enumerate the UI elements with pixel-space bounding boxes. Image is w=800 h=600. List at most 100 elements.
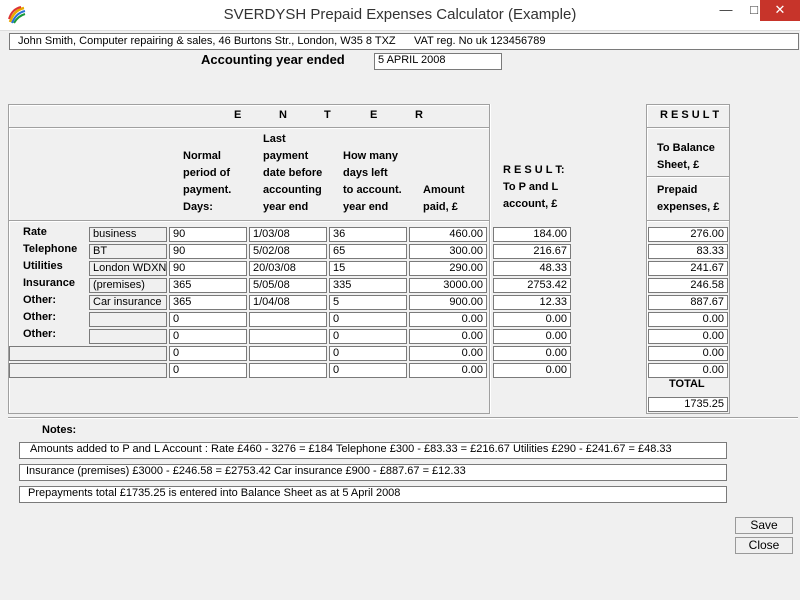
col-amount-header: Amount paid, £ xyxy=(423,184,465,213)
enter-divider xyxy=(9,127,489,129)
row-description-input[interactable]: Car insurance xyxy=(89,295,167,310)
amount-paid-input[interactable]: 3000.00 xyxy=(409,278,487,293)
days-left-input[interactable]: 15 xyxy=(329,261,407,276)
days-left-input[interactable]: 36 xyxy=(329,227,407,242)
col-pl-header: R E S U L T: To P and L account, £ xyxy=(503,164,565,210)
balance-result-value: 246.58 xyxy=(648,278,728,293)
balance-result-value: 241.67 xyxy=(648,261,728,276)
total-value: 1735.25 xyxy=(648,397,728,412)
amount-paid-input[interactable]: 0.00 xyxy=(409,363,487,378)
amount-paid-input[interactable]: 900.00 xyxy=(409,295,487,310)
notes-line-2[interactable]: Insurance (premises) £3000 - £246.58 = £… xyxy=(19,464,727,481)
close-window-button[interactable]: ✕ xyxy=(760,0,800,21)
amount-paid-input[interactable]: 0.00 xyxy=(409,312,487,327)
notes-label: Notes: xyxy=(42,424,77,436)
company-text: John Smith, Computer repairing & sales, … xyxy=(18,35,396,47)
last-payment-date-input[interactable]: 1/03/08 xyxy=(249,227,327,242)
balance-result-value: 83.33 xyxy=(648,244,728,259)
days-left-input[interactable]: 0 xyxy=(329,363,407,378)
pl-result-value: 0.00 xyxy=(493,346,571,361)
row-description-input[interactable] xyxy=(89,312,167,327)
row-label: Other: xyxy=(23,328,56,340)
days-left-input[interactable]: 335 xyxy=(329,278,407,293)
col-normal-header: Normal period of payment. Days: xyxy=(183,150,232,213)
pl-result-value: 48.33 xyxy=(493,261,571,276)
notes-divider xyxy=(8,417,798,419)
last-payment-date-input[interactable]: 1/04/08 xyxy=(249,295,327,310)
row-description-input[interactable]: BT xyxy=(89,244,167,259)
last-payment-date-input[interactable] xyxy=(249,329,327,344)
pl-result-value: 0.00 xyxy=(493,363,571,378)
period-days-input[interactable]: 0 xyxy=(169,363,247,378)
pl-result-value: 0.00 xyxy=(493,312,571,327)
prepaid-header: Prepaid expenses, £ xyxy=(657,184,720,213)
period-days-input[interactable]: 0 xyxy=(169,312,247,327)
amount-paid-input[interactable]: 0.00 xyxy=(409,329,487,344)
period-days-input[interactable]: 365 xyxy=(169,295,247,310)
pl-result-value: 2753.42 xyxy=(493,278,571,293)
notes-line-3[interactable]: Prepayments total £1735.25 is entered in… xyxy=(19,486,727,503)
enter-letter: T xyxy=(324,109,331,121)
pl-result-value: 0.00 xyxy=(493,329,571,344)
amount-paid-input[interactable]: 0.00 xyxy=(409,346,487,361)
enter-letter: N xyxy=(279,109,287,121)
balance-header: To Balance Sheet, £ xyxy=(657,142,715,171)
period-days-input[interactable]: 90 xyxy=(169,244,247,259)
days-left-input[interactable]: 0 xyxy=(329,329,407,344)
row-description-input[interactable]: (premises) xyxy=(89,278,167,293)
row-label: Other: xyxy=(23,311,56,323)
last-payment-date-input[interactable]: 5/02/08 xyxy=(249,244,327,259)
days-left-input[interactable]: 0 xyxy=(329,312,407,327)
last-payment-date-input[interactable] xyxy=(249,346,327,361)
last-payment-date-input[interactable]: 5/05/08 xyxy=(249,278,327,293)
row-description-input[interactable]: business xyxy=(89,227,167,242)
last-payment-date-input[interactable] xyxy=(249,312,327,327)
days-left-input[interactable]: 5 xyxy=(329,295,407,310)
row-label: Rate xyxy=(23,226,47,238)
row-description-input[interactable] xyxy=(89,329,167,344)
row-label: Insurance xyxy=(23,277,75,289)
total-label: TOTAL xyxy=(669,378,705,390)
result-title: R E S U L T xyxy=(660,109,720,121)
notes-line-1[interactable]: Amounts added to P and L Account : Rate … xyxy=(19,442,727,459)
close-button[interactable]: Close xyxy=(735,537,793,554)
pl-result-value: 12.33 xyxy=(493,295,571,310)
accounting-year-input[interactable]: 5 APRIL 2008 xyxy=(374,53,502,70)
amount-paid-input[interactable]: 290.00 xyxy=(409,261,487,276)
balance-result-value: 0.00 xyxy=(648,329,728,344)
window-title: SVERDYSH Prepaid Expenses Calculator (Ex… xyxy=(223,6,577,23)
balance-result-value: 887.67 xyxy=(648,295,728,310)
last-payment-date-input[interactable]: 20/03/08 xyxy=(249,261,327,276)
balance-result-value: 0.00 xyxy=(648,363,728,378)
row-label: Utilities xyxy=(23,260,63,272)
amount-paid-input[interactable]: 460.00 xyxy=(409,227,487,242)
enter-letter: R xyxy=(415,109,423,121)
last-payment-date-input[interactable] xyxy=(249,363,327,378)
period-days-input[interactable]: 0 xyxy=(169,346,247,361)
days-left-input[interactable]: 0 xyxy=(329,346,407,361)
row-label: Other: xyxy=(23,294,56,306)
accounting-year-label: Accounting year ended xyxy=(201,52,345,67)
row-description-input[interactable] xyxy=(9,363,167,378)
pl-result-value: 216.67 xyxy=(493,244,571,259)
balance-result-value: 0.00 xyxy=(648,312,728,327)
row-description-input[interactable] xyxy=(9,346,167,361)
vat-text: VAT reg. No uk 123456789 xyxy=(414,35,546,47)
save-button[interactable]: Save xyxy=(735,517,793,534)
header-divider xyxy=(9,220,489,222)
minimize-button[interactable]: — xyxy=(712,0,740,21)
title-bar: SVERDYSH Prepaid Expenses Calculator (Ex… xyxy=(0,0,800,31)
period-days-input[interactable]: 365 xyxy=(169,278,247,293)
amount-paid-input[interactable]: 300.00 xyxy=(409,244,487,259)
period-days-input[interactable]: 90 xyxy=(169,261,247,276)
pl-divider xyxy=(489,104,491,414)
balance-result-value: 276.00 xyxy=(648,227,728,242)
pl-result-value: 184.00 xyxy=(493,227,571,242)
period-days-input[interactable]: 90 xyxy=(169,227,247,242)
row-description-input[interactable]: London WDXN xyxy=(89,261,167,276)
days-left-input[interactable]: 65 xyxy=(329,244,407,259)
company-field[interactable]: John Smith, Computer repairing & sales, … xyxy=(9,33,799,50)
balance-result-value: 0.00 xyxy=(648,346,728,361)
enter-letter: E xyxy=(370,109,378,121)
period-days-input[interactable]: 0 xyxy=(169,329,247,344)
